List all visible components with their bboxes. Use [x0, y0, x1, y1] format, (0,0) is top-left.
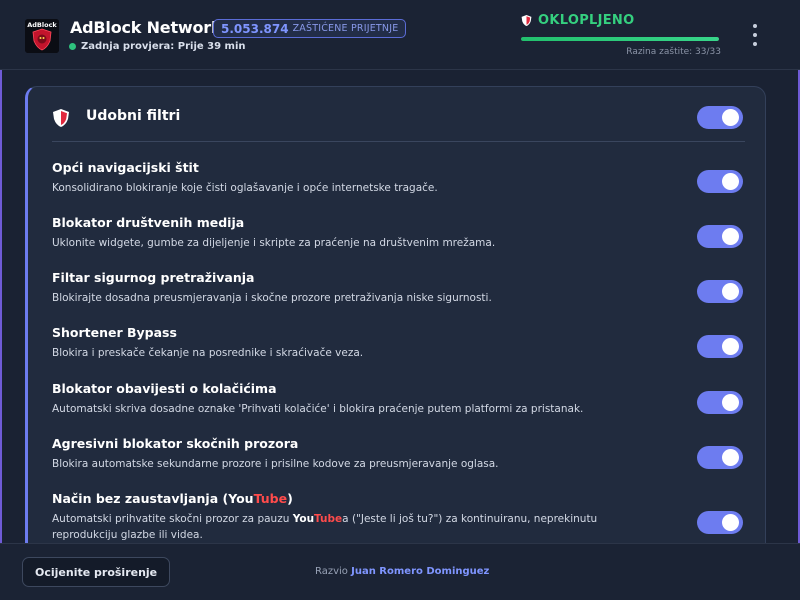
toggle-knob	[722, 109, 739, 126]
last-check-status: Zadnja provjera: Prije 39 min	[69, 41, 246, 52]
toggle-knob	[722, 449, 739, 466]
filter-toggle[interactable]	[697, 280, 743, 303]
filter-item: Blokator društvenih medija Uklonite widg…	[52, 215, 745, 251]
toggle-knob	[722, 173, 739, 190]
app-logo: AdBlock	[25, 19, 59, 53]
filter-description: Konsolidirano blokiranje koje čisti ogla…	[52, 182, 438, 194]
filter-item: Opći navigacijski štit Konsolidirano blo…	[52, 160, 745, 196]
filter-toggle[interactable]	[697, 170, 743, 193]
toggle-knob	[722, 228, 739, 245]
filter-title: Blokator obavijesti o kolačićima	[52, 381, 277, 396]
developer-credit: Razvio Juan Romero Dominguez	[315, 566, 489, 577]
filter-toggle[interactable]	[697, 446, 743, 469]
toggle-knob	[722, 394, 739, 411]
developer-link[interactable]: Juan Romero Dominguez	[351, 566, 489, 577]
youtube-tube-text: Tube	[314, 513, 343, 525]
filter-item: Blokator obavijesti o kolačićima Automat…	[52, 381, 745, 417]
filter-item: Shortener Bypass Blokira i preskače čeka…	[52, 325, 745, 361]
filter-item: Agresivni blokator skočnih prozora Bloki…	[52, 436, 745, 472]
card-header: Udobni filtri	[52, 106, 745, 142]
master-toggle[interactable]	[697, 106, 743, 129]
threats-blocked-label: ZAŠTIĆENE PRIJETNJE	[292, 23, 399, 34]
shield-icon	[521, 15, 532, 26]
logo-text: AdBlock	[27, 21, 57, 29]
youtube-tube-text: Tube	[253, 491, 288, 506]
filter-title-part: )	[287, 491, 293, 506]
shield-icon	[53, 109, 69, 127]
footer: Ocijenite proširenje Razvio Juan Romero …	[0, 543, 800, 600]
toggle-knob	[722, 283, 739, 300]
rate-extension-button[interactable]: Ocijenite proširenje	[22, 557, 171, 587]
filter-title: Shortener Bypass	[52, 325, 177, 340]
online-dot-icon	[69, 43, 76, 50]
protection-level-text: Razina zaštite: 33/33	[626, 47, 721, 57]
header: AdBlock AdBlock Network 5.053.874 ZAŠTIĆ…	[0, 0, 800, 70]
filter-description: Uklonite widgete, gumbe za dijeljenje i …	[52, 237, 496, 249]
toggle-knob	[722, 338, 739, 355]
filter-description: Blokira i preskače čekanje na posrednike…	[52, 347, 364, 359]
threats-blocked-badge: 5.053.874 ZAŠTIĆENE PRIJETNJE	[213, 19, 407, 38]
last-check-text: Zadnja provjera: Prije 39 min	[81, 41, 246, 52]
credit-prefix: Razvio	[315, 566, 348, 577]
filter-description: Automatski skriva dosadne oznake 'Prihva…	[52, 403, 584, 415]
filter-toggle[interactable]	[697, 391, 743, 414]
filter-title-part: Način bez zaustavljanja (You	[52, 491, 254, 506]
filter-title: Filtar sigurnog pretraživanja	[52, 270, 255, 285]
protection-progress-fill	[521, 37, 719, 41]
youtube-you-text: You	[292, 513, 315, 525]
more-options-icon[interactable]	[748, 24, 762, 46]
card-title: Udobni filtri	[86, 108, 181, 124]
filter-toggle[interactable]	[697, 511, 743, 534]
filter-title: Način bez zaustavljanja (YouTube)	[52, 491, 745, 506]
protection-status: OKLOPLJENO	[521, 13, 634, 28]
protection-progress-bar	[521, 37, 719, 41]
filter-item: Način bez zaustavljanja (YouTube) Automa…	[52, 491, 745, 543]
filter-title: Opći navigacijski štit	[52, 160, 199, 175]
filter-description: Blokira automatske sekundarne prozore i …	[52, 458, 499, 470]
app-title: AdBlock Network	[70, 18, 222, 37]
toggle-knob	[722, 514, 739, 531]
filter-toggle[interactable]	[697, 335, 743, 358]
filter-title: Blokator društvenih medija	[52, 215, 245, 230]
filter-title: Agresivni blokator skočnih prozora	[52, 436, 299, 451]
filter-description: Blokirajte dosadna preusmjeravanja i sko…	[52, 292, 492, 304]
filter-description: Automatski prihvatite skočni prozor za p…	[52, 511, 652, 543]
filter-description-part: Automatski prihvatite skočni prozor za p…	[52, 513, 293, 525]
filter-item: Filtar sigurnog pretraživanja Blokirajte…	[52, 270, 745, 306]
filters-card: Udobni filtri Opći navigacijski štit Kon…	[25, 86, 766, 556]
status-text: OKLOPLJENO	[538, 13, 635, 28]
filter-toggle[interactable]	[697, 225, 743, 248]
threats-blocked-count: 5.053.874	[221, 21, 289, 36]
